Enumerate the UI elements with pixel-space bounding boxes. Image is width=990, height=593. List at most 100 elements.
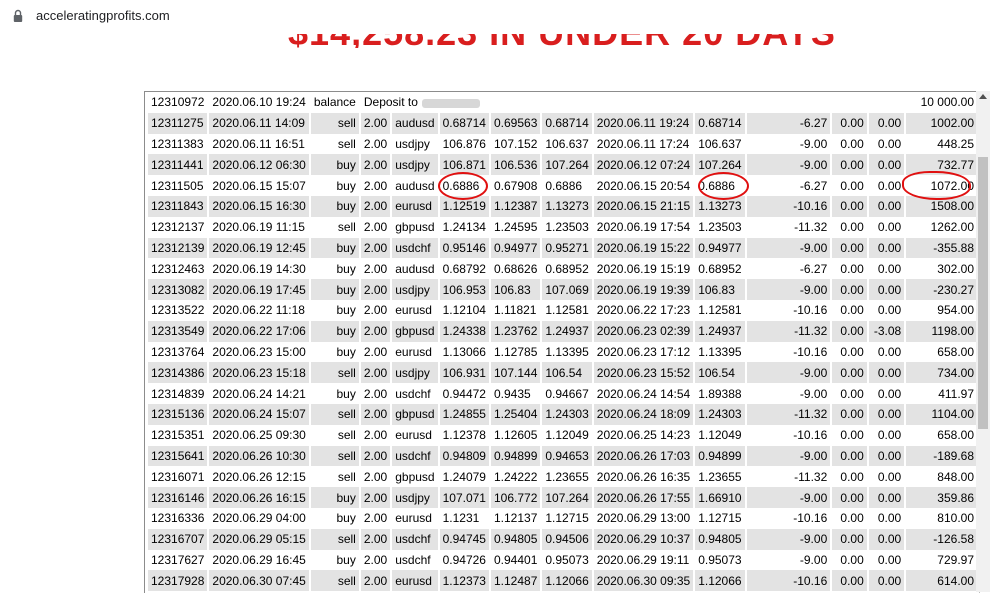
open-price-cell: 1.1231 bbox=[439, 507, 489, 529]
open-time-cell: 2020.06.11 14:09 bbox=[209, 112, 309, 134]
close-time-cell: 2020.06.19 17:54 bbox=[593, 216, 694, 238]
taxes-cell: 0.00 bbox=[832, 445, 867, 467]
size-cell: 2.00 bbox=[360, 133, 391, 155]
type-cell: sell bbox=[310, 424, 359, 446]
swap-cell: 0.00 bbox=[868, 403, 905, 425]
commission-cell: -11.32 bbox=[746, 320, 831, 342]
table-row: 12315641 2020.06.26 10:30 sell 2.00 usdchf 0.… bbox=[148, 445, 977, 467]
vertical-scrollbar[interactable] bbox=[976, 91, 990, 592]
scrollbar-thumb[interactable] bbox=[978, 157, 988, 429]
profit-cell: 658.00 bbox=[906, 341, 977, 363]
ticket-cell: 12313549 bbox=[148, 320, 208, 342]
symbol-cell: eurusd bbox=[392, 570, 438, 592]
open-time-cell: 2020.06.15 16:30 bbox=[209, 195, 309, 217]
swap-cell: 0.00 bbox=[868, 487, 905, 508]
profit-cell: -126.58 bbox=[906, 528, 977, 550]
close-time-cell: 2020.06.30 09:35 bbox=[593, 570, 694, 592]
symbol-cell: eurusd bbox=[392, 341, 438, 363]
deposit-comment-cell: Deposit to bbox=[360, 92, 694, 113]
taxes-cell: 0.00 bbox=[832, 258, 867, 280]
tp-cell: 0.95271 bbox=[542, 237, 592, 259]
ticket-cell: 12310972 bbox=[148, 92, 208, 113]
taxes-cell: 0.00 bbox=[832, 424, 867, 446]
commission-cell: -6.27 bbox=[746, 175, 831, 196]
table-row: 12313549 2020.06.22 17:06 buy 2.00 gbpusd 1.2… bbox=[148, 320, 977, 342]
table-row: 12316146 2020.06.26 16:15 buy 2.00 usdjpy 107… bbox=[148, 487, 977, 508]
type-cell: balance bbox=[310, 92, 359, 113]
open-price-cell: 0.94809 bbox=[439, 445, 489, 467]
swap-cell: 0.00 bbox=[868, 466, 905, 488]
commission-cell: -9.00 bbox=[746, 487, 831, 508]
tp-cell: 0.94506 bbox=[542, 528, 592, 550]
ticket-cell: 12315641 bbox=[148, 445, 208, 467]
tp-cell: 0.94653 bbox=[542, 445, 592, 467]
size-cell: 2.00 bbox=[360, 507, 391, 529]
sl-cell: 0.9435 bbox=[490, 383, 541, 404]
ticket-cell: 12311441 bbox=[148, 154, 208, 176]
close-time-cell: 2020.06.11 17:24 bbox=[593, 133, 694, 155]
close-time-cell: 2020.06.29 10:37 bbox=[593, 528, 694, 550]
size-cell: 2.00 bbox=[360, 528, 391, 550]
profit-cell: 359.86 bbox=[906, 487, 977, 508]
open-time-cell: 2020.06.30 07:45 bbox=[209, 570, 309, 592]
size-cell: 2.00 bbox=[360, 175, 391, 196]
headline-clip: $14,258.23 IN UNDER 20 DAYS bbox=[0, 34, 990, 48]
symbol-cell: gbpusd bbox=[392, 216, 438, 238]
commission-cell: -11.32 bbox=[746, 216, 831, 238]
symbol-cell: usdchf bbox=[392, 528, 438, 550]
table-row: 12314386 2020.06.23 15:18 sell 2.00 usdjpy 10… bbox=[148, 362, 977, 384]
type-cell: buy bbox=[310, 258, 359, 280]
tp-cell: 1.23503 bbox=[542, 216, 592, 238]
close-time-cell: 2020.06.22 17:23 bbox=[593, 299, 694, 321]
highlight-circle-profit bbox=[902, 171, 971, 200]
size-cell: 2.00 bbox=[360, 154, 391, 176]
commission-cell: -9.00 bbox=[746, 445, 831, 467]
commission-cell: -9.00 bbox=[746, 237, 831, 259]
close-price-cell: 0.94899 bbox=[695, 445, 745, 467]
commission-cell: -9.00 bbox=[746, 528, 831, 550]
scroll-up-arrow-icon[interactable] bbox=[979, 94, 987, 99]
swap-cell: 0.00 bbox=[868, 258, 905, 280]
profit-cell: 734.00 bbox=[906, 362, 977, 384]
taxes-cell: 0.00 bbox=[832, 466, 867, 488]
url-text[interactable]: acceleratingprofits.com bbox=[36, 8, 170, 23]
close-price-cell: 1.89388 bbox=[695, 383, 745, 404]
trade-history-table: 12310972 2020.06.10 19:24 balance Deposi… bbox=[146, 92, 979, 592]
open-time-cell: 2020.06.11 16:51 bbox=[209, 133, 309, 155]
table-row: 12311275 2020.06.11 14:09 sell 2.00 audusd 0.… bbox=[148, 112, 977, 134]
commission-cell: -9.00 bbox=[746, 154, 831, 176]
size-cell: 2.00 bbox=[360, 341, 391, 363]
sl-cell: 107.144 bbox=[490, 362, 541, 384]
type-cell: sell bbox=[310, 445, 359, 467]
swap-cell: 0.00 bbox=[868, 549, 905, 571]
open-time-cell: 2020.06.26 16:15 bbox=[209, 487, 309, 508]
type-cell: sell bbox=[310, 362, 359, 384]
table-row: 12312139 2020.06.19 12:45 buy 2.00 usdchf 0.9… bbox=[148, 237, 977, 259]
profit-cell: 848.00 bbox=[906, 466, 977, 488]
tp-cell: 0.68714 bbox=[542, 112, 592, 134]
sl-cell: 106.772 bbox=[490, 487, 541, 508]
table-row: 12316071 2020.06.26 12:15 sell 2.00 gbpusd 1.… bbox=[148, 466, 977, 488]
commission-cell: -9.00 bbox=[746, 549, 831, 571]
profit-cell: 411.97 bbox=[906, 383, 977, 404]
symbol-cell: usdchf bbox=[392, 237, 438, 259]
redacted-account bbox=[421, 98, 480, 108]
size-cell: 2.00 bbox=[360, 403, 391, 425]
size-cell: 2.00 bbox=[360, 549, 391, 571]
open-time-cell: 2020.06.23 15:00 bbox=[209, 341, 309, 363]
close-time-cell: 2020.06.29 13:00 bbox=[593, 507, 694, 529]
address-bar[interactable]: acceleratingprofits.com bbox=[0, 0, 990, 34]
profit-cell: 658.00 bbox=[906, 424, 977, 446]
open-time-cell: 2020.06.22 11:18 bbox=[209, 299, 309, 321]
commission-cell: -6.27 bbox=[746, 258, 831, 280]
table-row: 12311843 2020.06.15 16:30 buy 2.00 eurusd 1.1… bbox=[148, 195, 977, 217]
open-time-cell: 2020.06.23 15:18 bbox=[209, 362, 309, 384]
table-row: 12314839 2020.06.24 14:21 buy 2.00 usdchf 0.9… bbox=[148, 383, 977, 404]
type-cell: buy bbox=[310, 487, 359, 508]
sl-cell: 106.83 bbox=[490, 279, 541, 300]
close-time-cell: 2020.06.23 15:52 bbox=[593, 362, 694, 384]
sl-cell: 1.12605 bbox=[490, 424, 541, 446]
swap-cell: -3.08 bbox=[868, 320, 905, 342]
type-cell: buy bbox=[310, 175, 359, 196]
taxes-cell: 0.00 bbox=[832, 528, 867, 550]
